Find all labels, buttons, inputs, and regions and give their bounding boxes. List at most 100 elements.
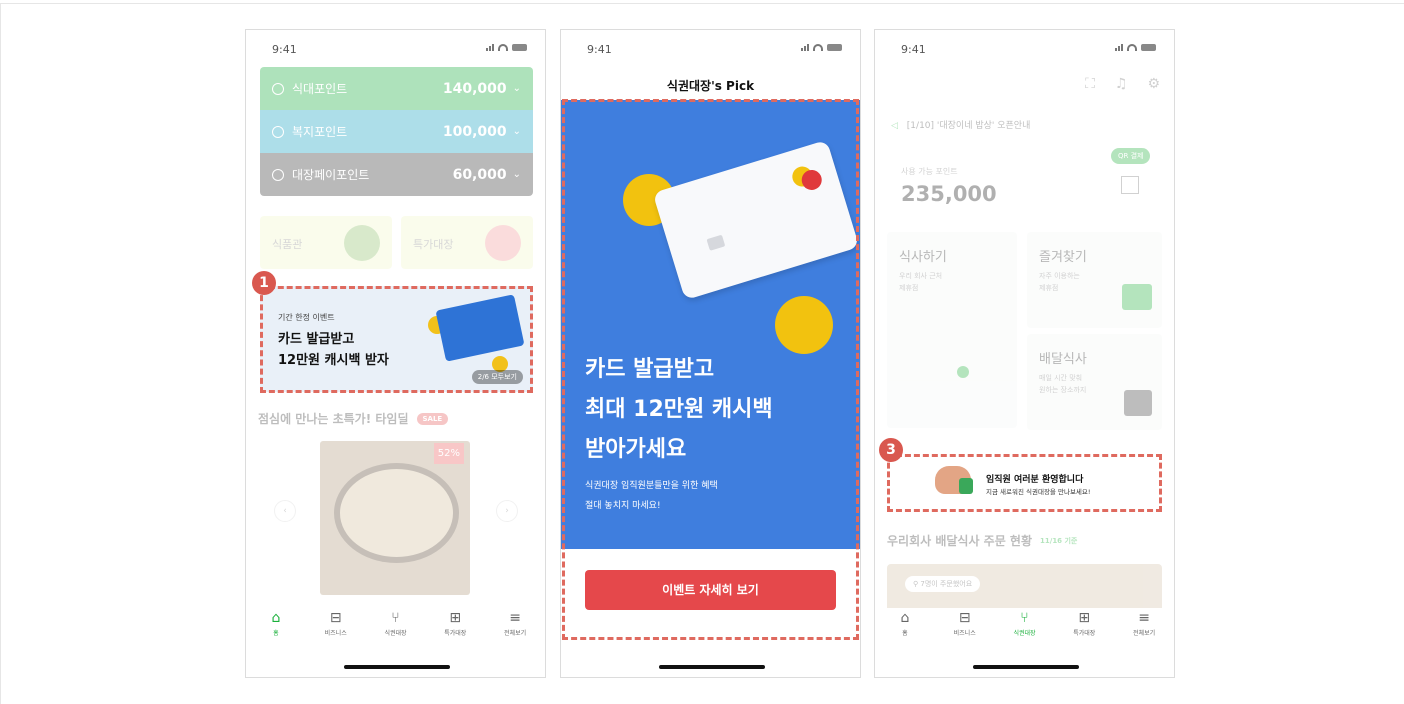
scan-icon[interactable]: ⛶ [1085, 76, 1095, 92]
tab-special[interactable]: ⊞ 특가대장 [1054, 608, 1114, 650]
tab-special[interactable]: ⊞ 특가대장 [425, 608, 485, 650]
food-bowl-image [334, 463, 459, 563]
frame-left-border [0, 3, 1, 704]
tab-label: 비즈니스 [953, 630, 976, 637]
bell-icon[interactable]: ♫ [1115, 76, 1128, 92]
status-bar: 9:41 [561, 30, 860, 66]
tab-business[interactable]: ⊟ 비즈니스 [306, 608, 366, 650]
store-icon: ⊞ [449, 610, 462, 626]
battery-icon [512, 44, 527, 51]
tile-sub-line-2: 제휴점 [899, 284, 919, 292]
chevron-right-icon[interactable]: › [496, 500, 518, 522]
tab-home[interactable]: ⌂ 홈 [246, 608, 306, 650]
tab-label: 특가대장 [1073, 630, 1096, 637]
status-time: 9:41 [901, 43, 926, 56]
highlight-box [887, 454, 1162, 512]
point-amount: 140,000 [442, 80, 507, 97]
tab-label: 홈 [902, 630, 908, 637]
delivery-box-icon [1124, 390, 1152, 416]
menu-icon: ≡ [1138, 610, 1150, 626]
top-action-icons: ⛶ ♫ ⚙ [1085, 76, 1160, 92]
tab-label: 특가대장 [444, 630, 467, 637]
gear-icon[interactable]: ⚙ [1147, 76, 1160, 92]
tile-sub-line-2: 원하는 장소까지 [1039, 386, 1087, 394]
home-indicator [659, 665, 765, 669]
point-card-meal[interactable]: 식대포인트 140,000 ⌄ [260, 67, 533, 110]
tile-sub: 자주 이용하는 제휴점 [1039, 270, 1080, 294]
signal-icon [486, 44, 494, 51]
status-bar: 9:41 [246, 30, 545, 66]
chevron-down-icon: ⌄ [512, 126, 521, 137]
tile-delivery[interactable]: 배달식사 매일 시간 맞춰 원하는 장소까지 [1027, 334, 1162, 430]
point-card-pay[interactable]: 대장페이포인트 60,000 ⌄ [260, 153, 533, 196]
tile-sub: 우리 회사 근처 제휴점 [899, 270, 942, 294]
frame-top-border [0, 3, 1404, 4]
status-bar: 9:41 [875, 30, 1174, 66]
qr-icon[interactable] [1121, 176, 1139, 194]
timedeal-title: 점심에 만나는 초특가! 타임딜 SALE [258, 410, 449, 427]
fork-knife-icon: ⑂ [391, 610, 400, 626]
store-heart-icon [1122, 284, 1152, 310]
battery-icon [1141, 44, 1156, 51]
tab-home[interactable]: ⌂ 홈 [875, 608, 935, 650]
highlight-box [260, 286, 533, 393]
tile-favorites[interactable]: 즐겨찾기 자주 이용하는 제휴점 [1027, 232, 1162, 328]
chevron-down-icon: ⌄ [512, 83, 521, 94]
home-icon: ⌂ [271, 610, 281, 626]
page-title: 식권대장's Pick [666, 79, 755, 93]
tab-meal-ticket[interactable]: ⑂ 식권대장 [366, 608, 426, 650]
tile-sub: 매일 시간 맞춰 원하는 장소까지 [1039, 372, 1086, 396]
tab-label: 비즈니스 [324, 630, 347, 637]
order-count-chip: ⚲ 7명이 주문했어요 [905, 576, 981, 592]
tile-title: 식사하기 [899, 250, 947, 265]
delivery-title-text: 우리회사 배달식사 주문 현황 [887, 534, 1033, 548]
tile-sub-line-1: 자주 이용하는 [1039, 272, 1080, 280]
point-label: 식대포인트 [292, 82, 348, 96]
bottom-tab-bar: ⌂ 홈 ⊟ 비즈니스 ⑂ 식권대장 ⊞ 특가대장 ≡ 전체보기 [875, 608, 1174, 650]
tile-eat[interactable]: 식사하기 우리 회사 근처 제휴점 [887, 232, 1017, 428]
tile-title: 배달식사 [1039, 352, 1087, 367]
tab-all[interactable]: ≡ 전체보기 [485, 608, 545, 650]
phone-new-home: 9:41 ⛶ ♫ ⚙ ◁ [1/10] '대장이네 밥상' 오픈안내 사용 가능… [874, 29, 1175, 678]
points-value: 235,000 [901, 182, 997, 206]
chevron-left-icon[interactable]: ‹ [274, 500, 296, 522]
shop-food-hall[interactable]: 식품관 [260, 216, 392, 269]
wifi-icon [813, 44, 823, 51]
point-icon [272, 125, 284, 138]
point-label: 대장페이포인트 [292, 168, 370, 182]
tab-all[interactable]: ≡ 전체보기 [1114, 608, 1174, 650]
phone-event-detail: 9:41 식권대장's Pick 카드 발급받고 최대 12만원 캐시백 받아가… [560, 29, 861, 678]
qr-pay-pill[interactable]: QR 결제 [1111, 148, 1151, 164]
tab-business[interactable]: ⊟ 비즈니스 [935, 608, 995, 650]
tab-label: 전체보기 [504, 630, 527, 637]
signal-icon [801, 44, 809, 51]
point-amount: 60,000 [452, 166, 507, 183]
shop-label: 특가대장 [413, 238, 454, 251]
location-pin-icon [957, 366, 969, 378]
delivery-photo[interactable]: ⚲ 7명이 주문했어요 [887, 564, 1162, 614]
status-icons [1115, 44, 1156, 51]
point-card-welfare[interactable]: 복지포인트 100,000 ⌄ [260, 110, 533, 153]
tile-sub-line-1: 매일 시간 맞춰 [1039, 374, 1083, 382]
tab-meal-ticket[interactable]: ⑂ 식권대장 [995, 608, 1055, 650]
product-image[interactable]: 52% [320, 441, 470, 595]
tab-label: 전체보기 [1133, 630, 1156, 637]
signal-icon [1115, 44, 1123, 51]
status-time: 9:41 [272, 43, 297, 56]
tab-label: 홈 [273, 630, 279, 637]
store-icon: ⊞ [1078, 610, 1091, 626]
status-icons [486, 44, 527, 51]
status-icons [801, 44, 842, 51]
step-marker: 1 [252, 271, 276, 295]
tile-sub-line-2: 제휴점 [1039, 284, 1059, 292]
menu-icon: ≡ [509, 610, 521, 626]
fork-knife-icon: ⑂ [1020, 610, 1029, 626]
section-title-text: 점심에 만나는 초특가! 타임딜 [258, 412, 409, 426]
notice-bar[interactable]: ◁ [1/10] '대장이네 밥상' 오픈안내 [891, 118, 1030, 131]
shop-special-deal[interactable]: 특가대장 [401, 216, 533, 269]
chevron-down-icon: ⌄ [512, 169, 521, 180]
wifi-icon [498, 44, 508, 51]
basket-icon [344, 225, 380, 261]
highlight-box [562, 99, 859, 640]
status-time: 9:41 [587, 43, 612, 56]
